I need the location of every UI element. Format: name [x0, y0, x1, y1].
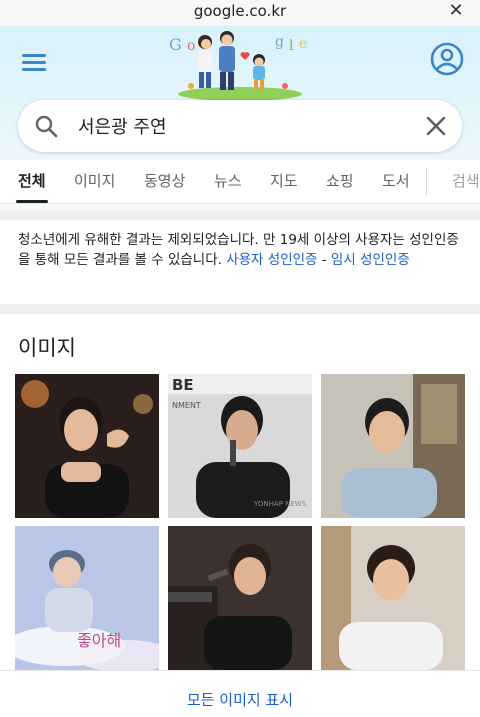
search-box[interactable]: 서은광 주연: [18, 100, 462, 152]
tab-images[interactable]: 이미지: [74, 170, 115, 191]
section-separator: [0, 210, 480, 220]
hamburger-icon[interactable]: [22, 52, 48, 72]
image-result-5[interactable]: [168, 526, 312, 670]
google-doodle[interactable]: G o g l e: [165, 26, 315, 102]
search-tabs: 전체 이미지 동영상 뉴스 지도 쇼핑 도서 검색: [0, 160, 480, 204]
adult-verification-link[interactable]: 사용자 성인인증: [226, 252, 317, 268]
tab-shopping[interactable]: 쇼핑: [326, 170, 354, 191]
tab-videos[interactable]: 동영상: [144, 170, 185, 191]
watermark-banner: BE: [172, 376, 194, 394]
show-all-images-label: 모든 이미지 표시: [186, 691, 294, 709]
image-result-1[interactable]: [15, 374, 159, 518]
active-tab-indicator: [16, 200, 48, 203]
svg-text:l: l: [289, 38, 294, 54]
search-icon[interactable]: [34, 114, 58, 138]
thumb-text: 좋아해: [77, 631, 121, 650]
browser-url-bar: google.co.kr ✕: [0, 0, 480, 26]
watermark-news: YONHAP NEWS: [253, 500, 307, 508]
svg-text:o: o: [187, 38, 195, 54]
image-result-3[interactable]: [321, 374, 465, 518]
temporary-verification-link[interactable]: 임시 성인인증: [331, 252, 410, 268]
image-result-2[interactable]: BE NMENT YONHAP NEWS: [168, 374, 312, 518]
clear-icon[interactable]: [424, 114, 448, 138]
close-icon[interactable]: ✕: [446, 1, 466, 21]
tab-all[interactable]: 전체: [18, 170, 46, 191]
section-separator: [0, 304, 480, 314]
images-section-title: 이미지: [18, 336, 76, 360]
svg-text:G: G: [169, 35, 182, 54]
url-text[interactable]: google.co.kr: [0, 2, 480, 20]
tab-maps[interactable]: 지도: [270, 170, 298, 191]
svg-text:e: e: [299, 36, 307, 52]
tab-news[interactable]: 뉴스: [214, 170, 242, 191]
tab-search-tools[interactable]: 검색: [452, 170, 480, 191]
search-input[interactable]: 서은광 주연: [78, 113, 167, 139]
tab-books[interactable]: 도서: [382, 170, 410, 191]
watermark-sub: NMENT: [172, 401, 201, 410]
svg-text:g: g: [275, 34, 284, 50]
notice-dash: -: [317, 252, 331, 268]
account-icon[interactable]: [430, 42, 464, 76]
image-result-4[interactable]: 좋아해: [15, 526, 159, 670]
show-all-images-button[interactable]: 모든 이미지 표시: [0, 670, 480, 717]
tab-divider: [426, 168, 427, 196]
safe-search-notice: 청소년에게 유해한 결과는 제외되었습니다. 만 19세 이상의 사용자는 성인…: [18, 230, 464, 270]
image-result-6[interactable]: [321, 526, 465, 670]
